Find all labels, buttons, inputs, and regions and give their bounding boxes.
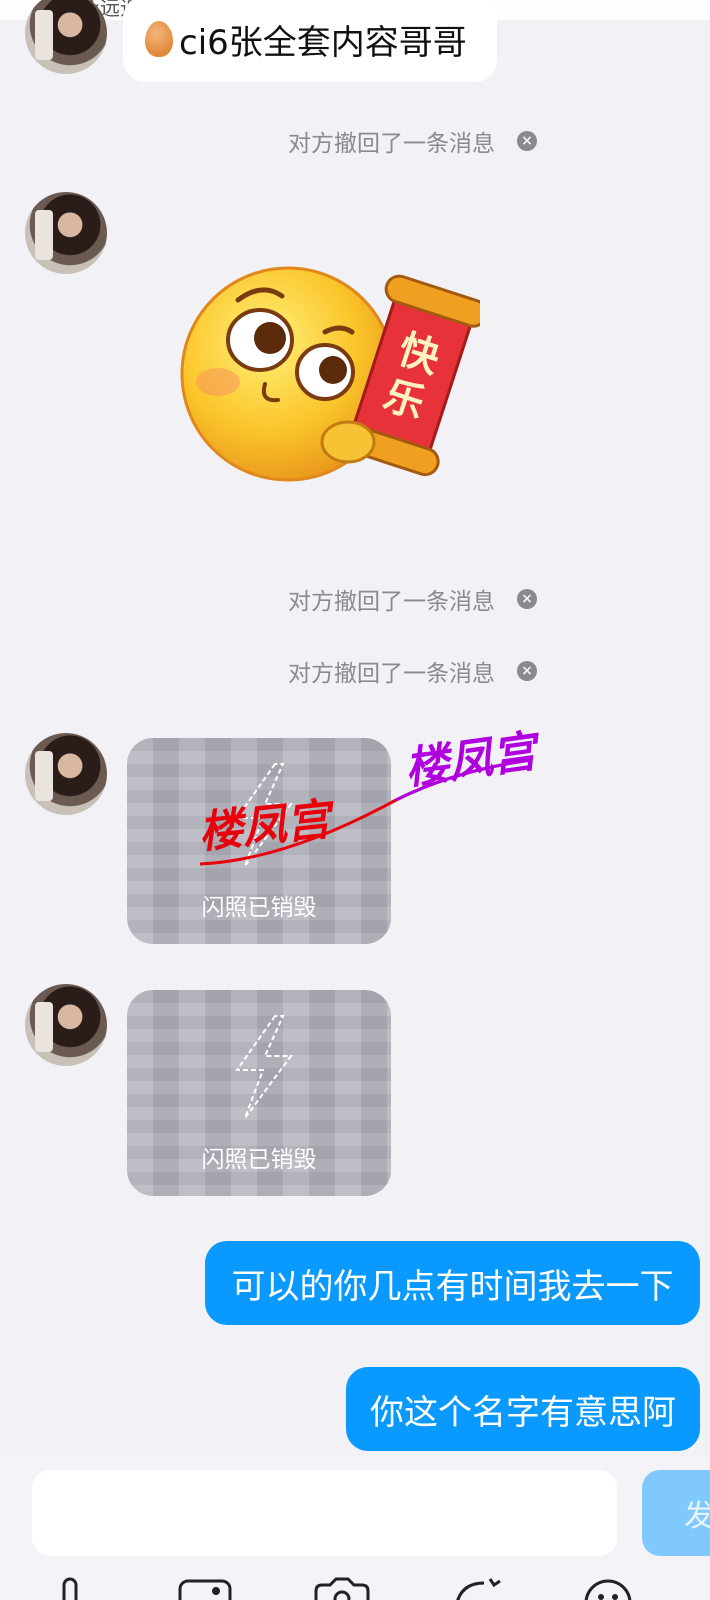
flash-photo[interactable]: 闪照已销毁 xyxy=(127,990,391,1196)
flash-destroyed-label: 闪照已销毁 xyxy=(201,1147,317,1173)
avatar[interactable] xyxy=(25,192,107,274)
egg-icon xyxy=(145,21,173,57)
avatar[interactable] xyxy=(25,733,107,815)
watermark-text: 楼凤宫 xyxy=(196,794,333,859)
recalled-notice: 对方撤回了一条消息 × xyxy=(288,654,537,688)
message-text: ci6张全套内容哥哥 xyxy=(179,22,467,63)
outgoing-message[interactable]: 你这个名字有意思阿 xyxy=(346,1367,700,1451)
recalled-text: 对方撤回了一条消息 xyxy=(288,131,495,157)
recalled-notice: 对方撤回了一条消息 × xyxy=(288,582,537,616)
happy-emoji-sticker[interactable]: 快 乐 xyxy=(170,262,480,492)
recalled-notice: 对方撤回了一条消息 × xyxy=(288,124,537,158)
avatar[interactable] xyxy=(25,0,107,74)
lightning-icon xyxy=(235,1015,293,1119)
emoji-icon[interactable] xyxy=(584,1574,634,1600)
send-button[interactable]: 发 xyxy=(642,1470,710,1556)
incoming-message[interactable]: ci6张全套内容哥哥 xyxy=(123,0,497,82)
outgoing-message[interactable]: 可以的你几点有时间我去一下 xyxy=(205,1241,700,1325)
recalled-text: 对方撤回了一条消息 xyxy=(288,589,495,615)
flash-destroyed-label: 闪照已销毁 xyxy=(201,895,317,921)
microphone-icon[interactable] xyxy=(52,1574,88,1600)
message-input[interactable] xyxy=(32,1470,617,1556)
close-icon[interactable]: × xyxy=(517,131,537,151)
send-label: 发 xyxy=(684,1499,710,1534)
close-icon[interactable]: × xyxy=(517,589,537,609)
red-packet-icon[interactable] xyxy=(450,1574,506,1600)
image-icon[interactable] xyxy=(178,1574,234,1600)
camera-icon[interactable] xyxy=(314,1574,370,1600)
recalled-text: 对方撤回了一条消息 xyxy=(288,661,495,687)
input-bar: 发 xyxy=(0,1458,710,1600)
avatar[interactable] xyxy=(25,984,107,1066)
close-icon[interactable]: × xyxy=(517,661,537,681)
